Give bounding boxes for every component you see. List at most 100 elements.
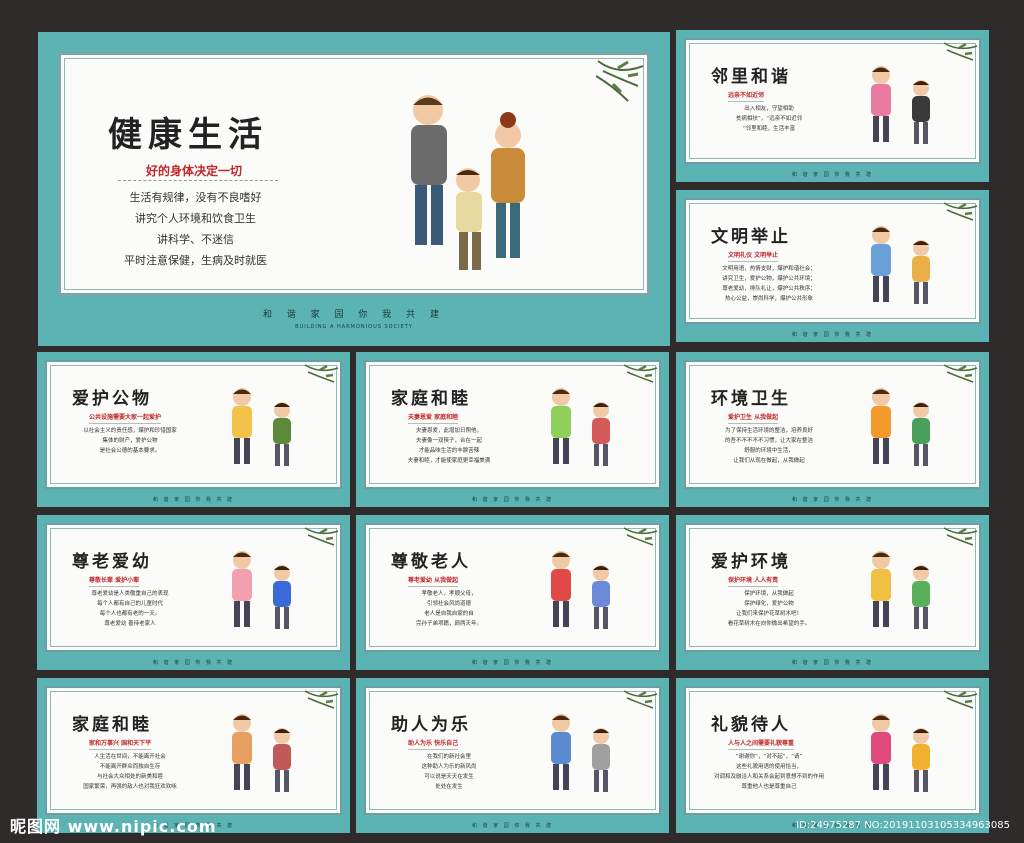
watermark-id: ID:24975287 NO:20191103105334963085 [796, 820, 1010, 831]
poster-title: 爱护环境 [711, 552, 791, 572]
main-footer: 和 谐 家 园 你 我 共 建 [262, 310, 446, 320]
poster-line: 尊老爱幼，排队礼让，爆护公共秩序； [722, 286, 816, 292]
poster-line: 让我们从现在做起，从我做起 [733, 458, 805, 464]
main-line: 讲究个人环境和饮食卫生 [135, 212, 256, 225]
poster-panel: 尊敬老人 尊老爱幼 从我做起 孝敬老人，孝顺父母， 引领社会风尚道德 老人是自我自家的自… [356, 515, 669, 670]
poster-title: 环境卫生 [711, 389, 791, 409]
people-illustration [871, 66, 930, 144]
poster-subtitle: 助人为乐 快乐自己 [408, 738, 459, 750]
poster-panel: 文明举止文明礼仪 文明举止文明用语，热情支财，爆护和谐社会； 讲究卫生，爱护公物，… [676, 190, 989, 342]
poster-body: 在我们的新社会里 这种助人为乐的新风尚 可以说是天天在发生 处处在发生 [384, 752, 514, 792]
poster-line: 尊老爱幼 善待老家人 [104, 621, 156, 627]
poster-line: “谢谢你”，“对不起”，“请” [735, 754, 803, 760]
poster-line: 才能品味生活的丰腴苦辣 [418, 448, 480, 454]
poster-subtitle: 保护环境 人人有责 [728, 575, 779, 587]
poster-body: 孝敬老人，孝顺父母， 引领社会风尚道德 老人是自我自家的自 完孙子弟项籍，颜两天年。 [384, 589, 514, 629]
poster-line: 尊重他人也是尊重自己 [741, 784, 797, 790]
poster-footer: 和 谐 家 园 你 我 共 建 [471, 823, 554, 829]
poster-line: 夫妻恩爱，此增加日照他， [415, 428, 482, 434]
main-line: 生活有规律，没有不良嗜好 [129, 191, 262, 204]
people-illustration [232, 551, 291, 629]
poster-footer: 和 谐 家 园 你 我 共 建 [791, 497, 874, 503]
people-illustration [871, 388, 930, 466]
poster-panel: 礼貌待人 人与人之间需要礼貌尊重 “谢谢你”，“对不起”，“请” 这些礼貌用语的使用恰… [676, 678, 989, 833]
poster-title: 家庭和睦 [391, 389, 471, 409]
poster-line: 文明用语，热情支财，爆护和谐社会； [722, 266, 816, 272]
poster-line: 引领社会风尚道德 [426, 601, 471, 607]
main-body: 生活有规律，没有不良嗜好 讲究个人环境和饮食卫生 讲科学、不迷信 平时注意保健，… [124, 187, 267, 271]
poster-title: 尊老爱幼 [72, 552, 152, 572]
people-illustration [551, 388, 610, 466]
poster-panel: 家庭和睦家和万事兴 国和天下平人生活在世间，不能离开社会 不能离开群众而独自生存与… [37, 678, 350, 833]
poster-panel: 爱护环境 保护环境 人人有责 保护环境，从我做起 保护绿化，爱护公物 让我们来保护花草树… [676, 515, 989, 670]
poster-title: 爱护公物 [72, 389, 152, 409]
poster-line: 在我们的新社会里 [426, 754, 471, 760]
poster-title: 邻里和谐 [711, 67, 791, 87]
poster-line: 可以说是天天在发生 [424, 774, 474, 780]
poster-footer: 和 谐 家 园 你 我 共 建 [152, 497, 235, 503]
people-illustration [551, 714, 610, 792]
poster-line: 舒服的环境中生活， [744, 448, 794, 454]
poster-subtitle: 公共设施需要大家一起爱护 [89, 412, 162, 424]
poster-body: 人生活在世间，不能离开社会 不能离开群众而独自生存 与社会大众相处的新美和睦 国家繁荣… [65, 752, 195, 792]
poster-panel: 助人为乐 助人为乐 快乐自己 在我们的新社会里 这种助人为乐的新风尚 可以说是天天在发生… [356, 678, 669, 833]
poster-line: 这些礼貌用语的使用恰当， [735, 764, 802, 770]
main-footer-en: BUILDING A HARMONIOUS SOCIETY [295, 324, 413, 330]
poster-footer: 和 谐 家 园 你 我 共 建 [471, 497, 554, 503]
poster-line: 每个人都有自己的儿童时代 [96, 601, 163, 607]
poster-body: 为了保持生活环境的整洁，培养良好 的吾不不不不不习惯，让大家在整洁 舒服的环境中生活… [704, 426, 834, 466]
poster-footer: 和 谐 家 园 你 我 共 建 [152, 660, 235, 666]
poster-panel: 尊老爱幼尊敬长辈 爱护小辈尊老爱幼是人类敬重自己的表现 每个人都有自己的儿童时代每… [37, 515, 350, 670]
poster-line: 处处在发生 [435, 784, 463, 790]
poster-subtitle: 人与人之间需要礼貌尊重 [728, 738, 795, 750]
poster-subtitle: 文明礼仪 文明举止 [728, 250, 779, 262]
poster-body: 以社会主义的责任感，爆护和珍惜国家 集体的财产，爱护公物 是社会公德的基本要求。 [65, 426, 195, 456]
poster-line: 国家繁荣，再强的敌人也对我狂欢欢咏 [83, 784, 177, 790]
poster-panel: 爱护公物公共设施需要大家一起爱护以社会主义的责任感，爆护和珍惜国家 集体的财产，爱… [37, 352, 350, 507]
poster-title: 家庭和睦 [72, 715, 152, 735]
poster-line: 看花草树木在向你微出希望的手。 [727, 621, 811, 627]
poster-line: 为了保持生活环境的整洁，培养良好 [724, 428, 813, 434]
poster-panel: 邻里和谐远亲不如近邻出入相友，守望相助贫病相扶”，“远亲不如近邻 “邻里和睦，生活… [676, 30, 989, 182]
people-illustration [551, 551, 610, 629]
poster-subtitle: 尊敬长辈 爱护小辈 [89, 575, 140, 587]
poster-title: 尊敬老人 [391, 552, 471, 572]
poster-title: 文明举止 [711, 227, 791, 247]
poster-panel: 环境卫生爱护卫生 从我做起为了保持生活环境的整洁，培养良好 的吾不不不不不习惯，让… [676, 352, 989, 507]
family-illustration [411, 95, 525, 270]
poster-line: 完孙子弟项籍，颜两天年。 [415, 621, 482, 627]
main-line: 讲科学、不迷信 [157, 233, 234, 246]
main-subtitle: 好的身体决定一切 [146, 164, 243, 178]
poster-subtitle: 爱护卫生 从我做起 [728, 412, 779, 424]
poster-line: 让我们来保护花草树木吧！ [735, 611, 802, 617]
poster-line: 夫妻像一双筷子，合在一起 [415, 438, 482, 444]
poster-body: 保护环境，从我做起 保护绿化，爱护公物 让我们来保护花草树木吧！ 看花草树木在向你微出… [704, 589, 834, 629]
people-illustration [232, 714, 291, 792]
poster-body: 夫妻恩爱，此增加日照他， 夫妻像一双筷子，合在一起 才能品味生活的丰腴苦辣夫妻和睦，… [384, 426, 514, 466]
poster-body: 出入相友，守望相助贫病相扶”，“远亲不如近邻 “邻里和睦，生活丰富 [704, 104, 834, 134]
poster-footer: 和 谐 家 园 你 我 共 建 [471, 660, 554, 666]
poster-line: 热心公益，崇尚科学，爆护公共形象 [724, 296, 813, 302]
poster-line: 尊老爱幼是人类敬重自己的表现 [91, 591, 169, 597]
poster-line: 的吾不不不不不习惯，让大家在整洁 [724, 438, 813, 444]
poster-line: 人生活在世间，不能离开社会 [94, 754, 166, 760]
poster-line: 不能离开群众而独自生存 [99, 764, 161, 770]
poster-line: 这种助人为乐的新风尚 [421, 764, 477, 770]
poster-line: 集体的财产，爱护公物 [102, 438, 158, 444]
poster-line: 夫妻和睦，才能使家庭更幸福美满 [407, 458, 491, 464]
divider [118, 180, 278, 184]
poster-line: 每个人也都有老的一天。 [99, 611, 161, 617]
poster-line: 讲究卫生，爱护公物，爆护公共环境； [722, 276, 816, 282]
people-illustration [871, 551, 930, 629]
poster-subtitle: 远亲不如近邻 [728, 90, 765, 102]
poster-footer: 和 谐 家 园 你 我 共 建 [791, 172, 874, 178]
poster-body: 文明用语，热情支财，爆护和谐社会； 讲究卫生，爱护公物，爆护公共环境； 尊老爱幼，排… [704, 264, 834, 304]
poster-subtitle: 家和万事兴 国和天下平 [89, 738, 152, 750]
main-line: 平时注意保健，生病及时就医 [124, 254, 267, 267]
poster-line: 贫病相扶”，“远亲不如近邻 [735, 116, 803, 122]
poster-line: 保护绿化，爱护公物 [744, 601, 794, 607]
people-illustration [871, 714, 930, 792]
poster-line: 对调和及融洽人和关系会起到意想不到的作用 [713, 774, 824, 780]
poster-line: “邻里和睦，生活丰富 [742, 126, 796, 132]
poster-line: 出入相友，守望相助 [744, 106, 794, 112]
